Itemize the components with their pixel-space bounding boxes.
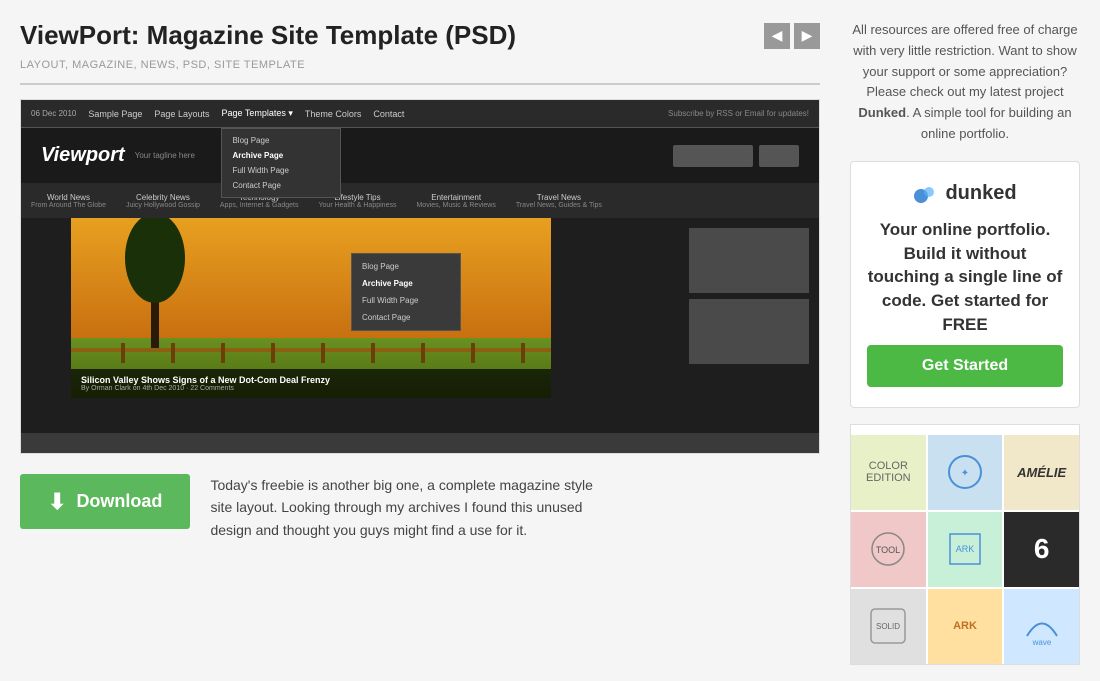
portfolio-cell-5-icon: ARK [940,524,990,574]
mock-ent-contact: Contact Page [352,309,460,326]
mock-content: Silicon Valley Shows Signs of a New Dot-… [21,218,819,433]
mock-logo-right [673,145,799,167]
get-started-button[interactable]: Get Started [867,345,1063,387]
mock-ent-archive: Archive Page [352,275,460,292]
sidebar-intro-text1: All resources are offered free of charge… [852,22,1077,99]
sidebar: All resources are offered free of charge… [850,20,1080,681]
mock-logo: Viewport [41,144,125,167]
svg-text:TOOL: TOOL [876,545,900,555]
mock-cat-nav: World NewsFrom Around The Globe Celebrit… [21,183,819,218]
portfolio-grid: COLOREDITION ✦ AMÉLIE TOOL [851,435,1079,664]
mock-ent-blog: Blog Page [352,258,460,275]
portfolio-cell-9-icon: wave [1017,601,1067,651]
portfolio-cell-6-label: 6 [1034,533,1050,565]
mock-nav-sample: Sample Page [88,109,142,119]
portfolio-cell-8-label: ARK [949,616,981,636]
mock-search-btn [759,145,799,167]
dunked-logo-icon [913,182,937,206]
dunked-card-title: Your online portfolio. Build it without … [867,218,1063,337]
mock-nav-colors: Theme Colors [305,109,362,119]
svg-text:wave: wave [1031,638,1051,647]
post-title-row: ViewPort: Magazine Site Template (PSD) ◀… [20,20,820,51]
download-label: Download [76,491,162,512]
mock-date: 06 Dec 2010 [31,109,76,118]
mock-dd-blog: Blog Page [222,133,340,148]
desc-line1: Today's freebie is another big one, a co… [210,477,592,493]
sidebar-intro-text2: . A simple tool for building an online p… [906,105,1072,141]
sidebar-dunked-ref: Dunked [858,105,906,120]
portfolio-cell-7-icon: SOLID [863,601,913,651]
download-icon: ⬇ [48,489,66,515]
mock-ent-full: Full Width Page [352,292,460,309]
portfolio-cell-3: AMÉLIE [1004,435,1079,510]
main-content: ViewPort: Magazine Site Template (PSD) ◀… [20,20,820,681]
dunked-logo-area: dunked [867,182,1063,206]
desc-line2: site layout. Looking through my archives… [210,499,582,515]
title-divider [20,83,820,85]
mock-thumb-1 [689,228,809,293]
svg-text:✦: ✦ [961,468,969,479]
portfolio-cell-6: 6 [1004,512,1079,587]
sidebar-intro: All resources are offered free of charge… [850,20,1080,145]
portfolio-cell-8: ARK [928,589,1003,664]
prev-arrow[interactable]: ◀ [764,23,790,49]
portfolio-cell-9: wave [1004,589,1079,664]
mock-thumb-2 [689,299,809,364]
dunked-card: dunked Your online portfolio. Build it w… [850,161,1080,408]
mock-dd-full: Full Width Page [222,163,340,178]
portfolio-cell-3-label: AMÉLIE [1013,461,1070,484]
svg-text:ARK: ARK [956,544,975,554]
mock-hero-meta: By Orman Clark on 4th Dec 2010 · 22 Comm… [81,385,541,392]
post-title: ViewPort: Magazine Site Template (PSD) [20,20,516,51]
mock-subscribe: Subscribe by RSS or Email for updates! [668,109,809,118]
mock-hero: Silicon Valley Shows Signs of a New Dot-… [71,218,551,398]
mock-cat-travel: Travel NewsTravel News, Guides & Tips [516,193,602,209]
portfolio-cell-2-icon: ✦ [945,452,985,492]
nav-arrows: ◀ ▶ [764,23,820,49]
portfolio-cell-1: COLOREDITION [851,435,926,510]
portfolio-cell-1-label: COLOREDITION [862,456,915,488]
dunked-brand-name: dunked [945,182,1016,205]
viewport-mock: 06 Dec 2010 Sample Page Page Layouts Pag… [21,100,819,453]
description-text: Today's freebie is another big one, a co… [210,474,820,541]
mock-hero-overlay: Silicon Valley Shows Signs of a New Dot-… [71,369,551,398]
mock-cat-world: World NewsFrom Around The Globe [31,193,106,209]
download-section: ⬇ Download Today's freebie is another bi… [20,474,820,541]
mock-ent-dropdown: Blog Page Archive Page Full Width Page C… [351,253,461,331]
mock-nav-layouts: Page Layouts [154,109,209,119]
portfolio-cell-5: ARK [928,512,1003,587]
mock-nav-templates: Page Templates ▾ Blog Page Archive Page … [221,108,292,119]
svg-text:SOLID: SOLID [876,622,900,631]
download-button[interactable]: ⬇ Download [20,474,190,529]
mock-dd-archive: Archive Page [222,148,340,163]
mock-search-bar [673,145,753,167]
preview-image: 06 Dec 2010 Sample Page Page Layouts Pag… [20,99,820,454]
sidebar-promo: COLOREDITION ✦ AMÉLIE TOOL [850,424,1080,665]
next-arrow[interactable]: ▶ [794,23,820,49]
mock-nav: 06 Dec 2010 Sample Page Page Layouts Pag… [21,100,819,128]
portfolio-cell-4-icon: TOOL [866,527,911,572]
post-tags: LAYOUT, MAGAZINE, NEWS, PSD, SITE TEMPLA… [20,59,820,71]
mock-nav-contact: Contact [373,109,404,119]
mock-cat-celeb: Celebrity NewsJuicy Hollywood Gossip [126,193,200,209]
portfolio-cell-4: TOOL [851,512,926,587]
portfolio-cell-2: ✦ [928,435,1003,510]
mock-hero-title: Silicon Valley Shows Signs of a New Dot-… [81,375,541,385]
mock-logo-tagline: Your tagline here [135,151,195,160]
mock-dd-contact: Contact Page [222,178,340,193]
mock-dropdown: Blog Page Archive Page Full Width Page C… [221,128,341,198]
portfolio-cell-7: SOLID [851,589,926,664]
desc-line3: design and thought you guys might find a… [210,522,527,538]
mock-cat-ent: EntertainmentMovies, Music & Reviews [416,193,495,209]
mock-thumbnails [689,228,809,364]
mock-logo-area: Viewport Your tagline here [21,128,819,183]
